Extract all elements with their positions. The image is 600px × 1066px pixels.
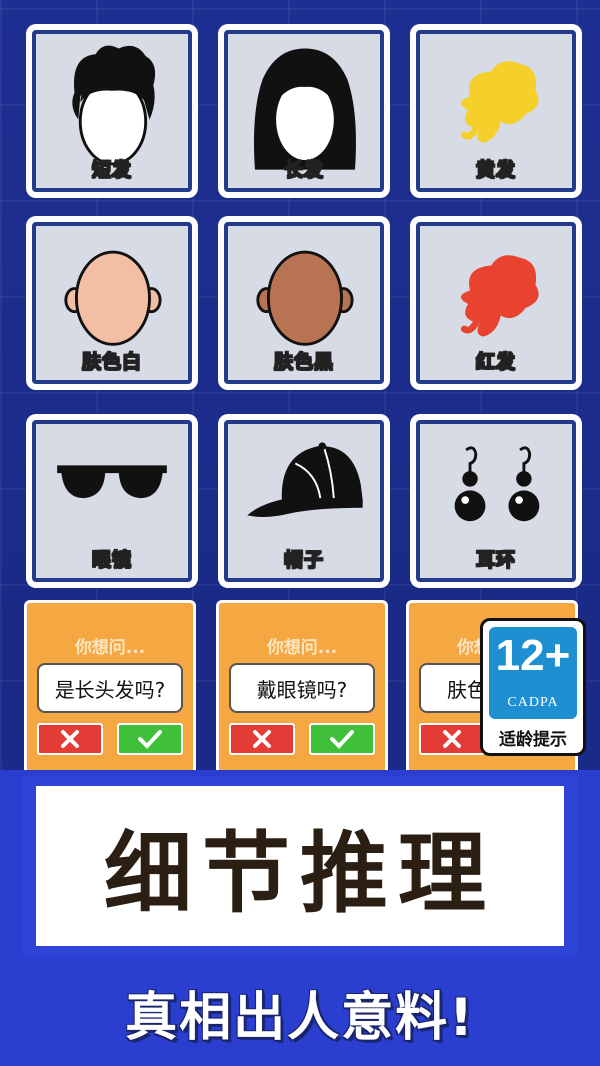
trait-label: 长发 bbox=[283, 159, 324, 182]
trait-card-short-hair[interactable]: 短发 bbox=[26, 24, 198, 198]
age-rating-panel: 12+ CADPA bbox=[489, 627, 577, 719]
trait-card-yellow-hair[interactable]: 黄发 bbox=[410, 24, 582, 198]
cross-icon bbox=[443, 730, 461, 748]
trait-card-hat[interactable]: 帽子 bbox=[218, 414, 390, 588]
question-card-2: 你想问... 戴眼镜吗? bbox=[216, 600, 388, 772]
trait-label: 红发 bbox=[475, 351, 516, 374]
banner-title: 细节推理 bbox=[103, 821, 496, 925]
trait-label: 耳环 bbox=[475, 549, 516, 572]
cross-icon bbox=[253, 730, 271, 748]
question-prompt: 你想问... bbox=[266, 638, 338, 658]
banner-box: 细节推理 bbox=[36, 786, 564, 946]
yes-button[interactable] bbox=[309, 723, 375, 755]
yes-button[interactable] bbox=[117, 723, 183, 755]
check-icon bbox=[138, 730, 162, 749]
no-button[interactable] bbox=[419, 723, 485, 755]
trait-card-red-hair[interactable]: 红发 bbox=[410, 216, 582, 390]
trait-card-glasses[interactable]: 眼镜 bbox=[26, 414, 198, 588]
no-button[interactable] bbox=[229, 723, 295, 755]
cross-icon bbox=[61, 730, 79, 748]
trait-card-dark-skin[interactable]: 肤色黑 bbox=[218, 216, 390, 390]
trait-card-long-hair[interactable]: 长发 bbox=[218, 24, 390, 198]
question-text: 戴眼镜吗? bbox=[229, 663, 375, 713]
question-prompt: 你想问... bbox=[74, 638, 146, 658]
trait-card-light-skin[interactable]: 肤色白 bbox=[26, 216, 198, 390]
check-icon bbox=[330, 730, 354, 749]
age-rating-org: CADPA bbox=[507, 695, 559, 710]
banner-subtitle: 真相出人意料! bbox=[125, 988, 475, 1048]
age-rating-badge: 12+ CADPA 适龄提示 bbox=[480, 618, 586, 756]
no-button[interactable] bbox=[37, 723, 103, 755]
trait-label: 肤色黑 bbox=[273, 351, 334, 374]
trait-label: 短发 bbox=[91, 159, 132, 182]
question-card-1: 你想问... 是长头发吗? bbox=[24, 600, 196, 772]
question-text: 是长头发吗? bbox=[37, 663, 183, 713]
trait-label: 帽子 bbox=[283, 549, 324, 572]
trait-label: 黄发 bbox=[475, 159, 516, 182]
age-rating-tip: 适龄提示 bbox=[499, 730, 567, 750]
trait-label: 肤色白 bbox=[81, 351, 142, 374]
age-rating-number: 12+ bbox=[495, 631, 571, 680]
trait-card-earrings[interactable]: 耳环 bbox=[410, 414, 582, 588]
trait-label: 眼镜 bbox=[91, 549, 132, 572]
